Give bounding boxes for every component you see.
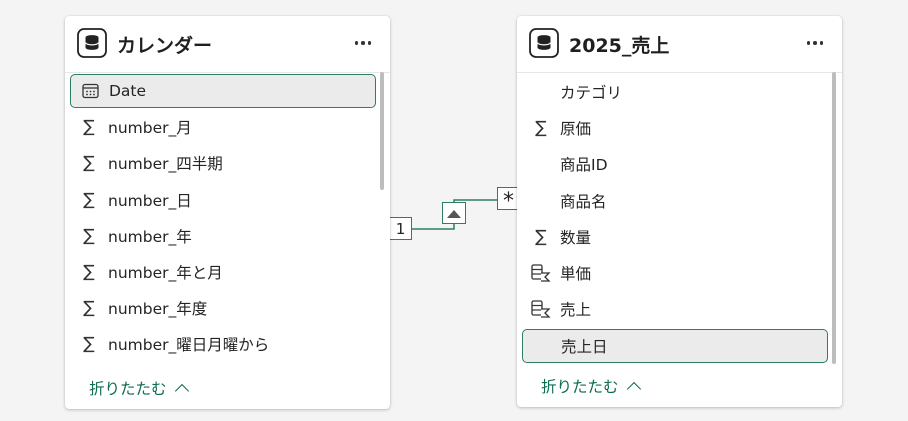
sigma-icon: ∑ [83,117,95,137]
field-sales-date[interactable]: 売上日 [522,329,828,363]
single-direction-arrow-icon [447,210,461,218]
scrollbar[interactable] [380,72,384,190]
dot-icon [354,41,359,45]
table-header[interactable]: カレンダー [65,16,390,73]
field-number-month[interactable]: ∑ number_月 [70,110,376,144]
field-sales[interactable]: 売上 [522,292,828,326]
more-options-button[interactable] [350,32,376,54]
field-number-year-month[interactable]: ∑ number_年と月 [70,255,376,289]
table-card-calendar[interactable]: カレンダー Date ∑ number_月 ∑ number_四半期 ∑ num… [65,16,390,409]
table-header[interactable]: 2025_売上 [517,16,842,73]
sigma-icon: ∑ [83,153,95,173]
table-icon [77,28,107,58]
sigma-icon: ∑ [83,226,95,246]
collapse-button[interactable]: 折りたたむ [89,377,189,399]
sigma-icon: ∑ [535,118,547,138]
field-category[interactable]: カテゴリ [522,75,828,109]
table-title: カレンダー [117,35,213,57]
more-options-button[interactable] [802,32,828,54]
dot-icon [367,41,372,45]
relationship-one-label[interactable]: 1 [389,217,412,240]
table-title: 2025_売上 [569,35,670,57]
sigma-icon: ∑ [83,298,95,318]
field-number-fiscal-year[interactable]: ∑ number_年度 [70,291,376,325]
scrollbar[interactable] [832,72,836,364]
chevron-up-icon [626,381,641,396]
collapse-button[interactable]: 折りたたむ [541,375,641,397]
relationship-direction-button[interactable] [442,202,466,224]
table-card-sales-2025[interactable]: 2025_売上 カテゴリ ∑ 原価 商品ID 商品名 ∑ 数量 単価 売上 売上… [517,16,842,407]
dot-icon [813,41,817,45]
calculated-column-icon [530,262,552,284]
field-product-id[interactable]: 商品ID [522,147,828,181]
table-icon [529,28,559,58]
calculated-column-icon [530,298,552,320]
calendar-icon [79,80,101,102]
field-date[interactable]: Date [70,74,376,108]
sigma-icon: ∑ [83,190,95,210]
field-number-day[interactable]: ∑ number_日 [70,183,376,217]
field-cost[interactable]: ∑ 原価 [522,111,828,145]
dot-icon [361,41,365,45]
dot-icon [806,41,811,45]
field-number-weekday[interactable]: ∑ number_曜日月曜から [70,327,376,361]
sigma-icon: ∑ [83,262,95,282]
field-product-name[interactable]: 商品名 [522,184,828,218]
field-number-quarter[interactable]: ∑ number_四半期 [70,146,376,180]
dot-icon [819,41,824,45]
field-unit-price[interactable]: 単価 [522,256,828,290]
field-number-year[interactable]: ∑ number_年 [70,219,376,253]
sigma-icon: ∑ [83,334,95,354]
chevron-up-icon [174,383,189,398]
sigma-icon: ∑ [535,227,547,247]
field-quantity[interactable]: ∑ 数量 [522,220,828,254]
